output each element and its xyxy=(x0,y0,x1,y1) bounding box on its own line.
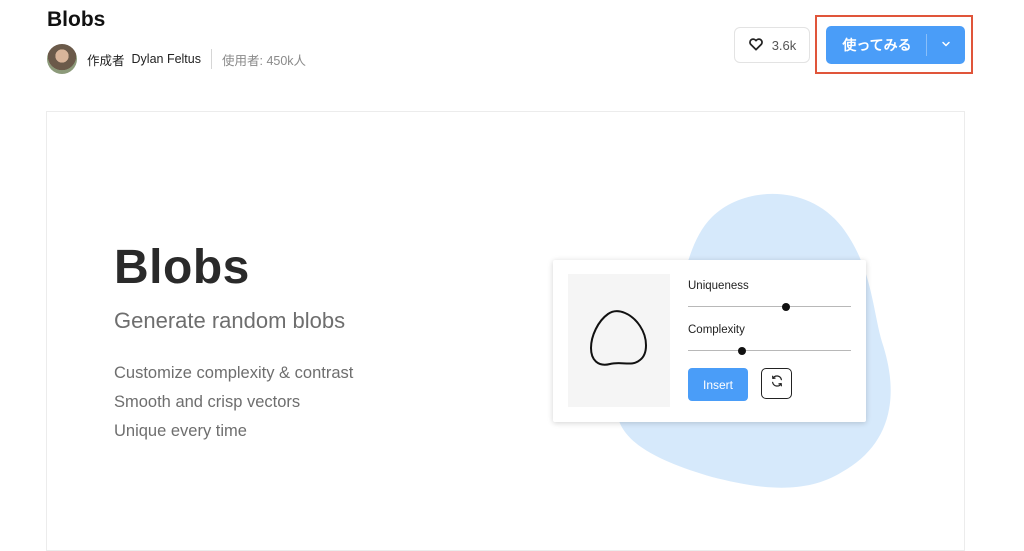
complexity-label: Complexity xyxy=(688,324,745,336)
try-it-label[interactable]: 使ってみる xyxy=(826,26,926,64)
plugin-title: Blobs xyxy=(47,8,106,31)
chevron-down-icon xyxy=(940,37,952,53)
uniqueness-label: Uniqueness xyxy=(688,280,749,292)
feature-list: Customize complexity & contrast Smooth a… xyxy=(114,362,353,449)
divider xyxy=(211,49,212,69)
insert-button[interactable]: Insert xyxy=(688,368,748,401)
author-prefix: 作成者 xyxy=(87,53,125,68)
complexity-slider[interactable] xyxy=(688,346,851,356)
try-options-dropdown[interactable] xyxy=(927,26,965,64)
feature-item: Customize complexity & contrast xyxy=(114,364,354,382)
slider-track xyxy=(688,350,851,351)
author-name[interactable]: Dylan Feltus xyxy=(132,52,201,66)
cover-title: Blobs xyxy=(114,241,250,294)
slider-thumb[interactable] xyxy=(737,347,746,355)
feature-item: Smooth and crisp vectors xyxy=(114,393,301,411)
refresh-button[interactable] xyxy=(761,368,792,399)
uniqueness-slider[interactable] xyxy=(688,302,851,312)
like-count: 3.6k xyxy=(771,37,797,53)
like-button[interactable]: 3.6k xyxy=(734,27,810,63)
slider-track xyxy=(688,306,851,307)
heart-icon xyxy=(748,36,764,55)
slider-thumb[interactable] xyxy=(781,303,790,311)
plugin-cover-image: Blobs Generate random blobs Customize co… xyxy=(46,111,965,551)
avatar[interactable] xyxy=(47,44,77,74)
feature-item: Unique every time xyxy=(114,422,247,440)
blob-shape xyxy=(589,310,647,366)
blob-preview xyxy=(568,274,670,407)
refresh-icon xyxy=(770,374,784,393)
user-count: 使用者: 450k人 xyxy=(222,53,307,68)
try-it-button[interactable]: 使ってみる xyxy=(826,26,965,64)
cover-subtitle: Generate random blobs xyxy=(114,308,346,333)
plugin-ui-mockup: Uniqueness Complexity Insert xyxy=(553,260,866,422)
author-row: 作成者 Dylan Feltus 使用者: 450k人 xyxy=(47,44,306,74)
